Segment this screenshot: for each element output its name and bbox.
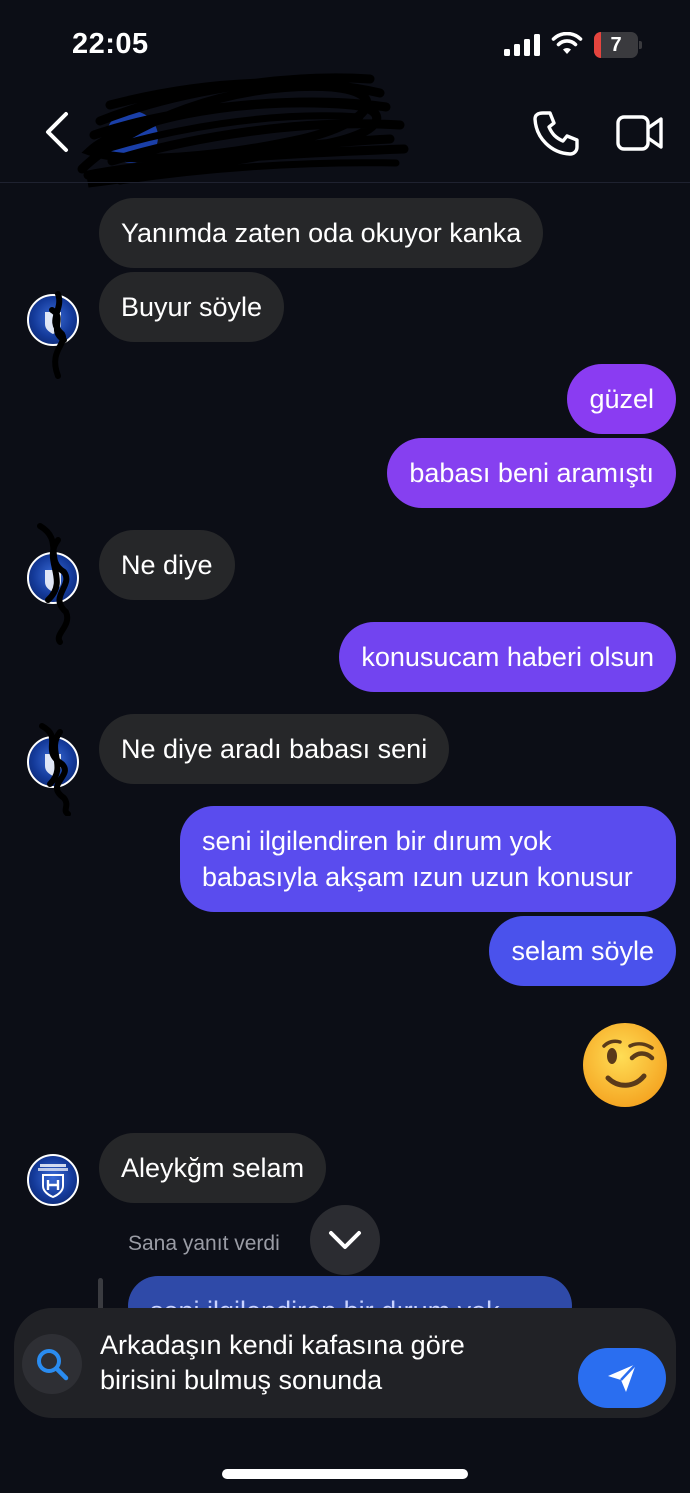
message-input[interactable]: Arkadaşın kendi kafasına göre birisini b… [100, 1328, 560, 1398]
header-divider [0, 182, 690, 183]
avatar[interactable] [27, 1154, 79, 1206]
scroll-to-bottom-button[interactable] [310, 1205, 380, 1275]
back-chevron-icon[interactable] [40, 110, 74, 154]
search-button[interactable] [22, 1334, 82, 1394]
message-incoming[interactable]: Yanımda zaten oda okuyor kanka [99, 198, 544, 268]
send-icon [608, 1363, 637, 1392]
wifi-icon [551, 32, 583, 54]
message-incoming[interactable]: Ne diye [99, 530, 235, 600]
battery-indicator: 7 [594, 32, 642, 58]
search-icon [37, 1349, 69, 1381]
avatar-scribble [49, 291, 67, 379]
send-button[interactable] [578, 1348, 666, 1408]
message-incoming[interactable]: Ne diye aradı babası seni [99, 714, 450, 784]
redacted-contact-scribble [77, 73, 409, 188]
message-outgoing[interactable]: seni ilgilendiren bir dırum yok babasıyl… [180, 806, 676, 912]
reply-caption: Sana yanıt verdi [128, 1232, 280, 1255]
chevron-down-icon [329, 1231, 361, 1249]
avatar-scribble [39, 723, 71, 816]
message-incoming[interactable]: Buyur söyle [99, 272, 285, 342]
video-camera-icon[interactable] [616, 114, 664, 152]
message-composer[interactable]: Arkadaşın kendi kafasına göre birisini b… [14, 1308, 676, 1418]
message-outgoing[interactable]: babası beni aramıştı [387, 438, 676, 508]
message-outgoing[interactable]: konusucam haberi olsun [339, 622, 676, 692]
reply-quote-line [98, 1278, 103, 1312]
message-outgoing[interactable]: güzel [567, 364, 676, 434]
cellular-signal-icon [504, 34, 540, 56]
status-time: 22:05 [72, 28, 149, 60]
phone-icon[interactable] [533, 110, 579, 156]
message-outgoing[interactable]: selam söyle [489, 916, 676, 986]
avatar-scribble [37, 523, 71, 645]
home-indicator [222, 1469, 468, 1479]
winking-face-emoji[interactable] [582, 1022, 668, 1108]
battery-level: 7 [610, 34, 622, 56]
message-incoming[interactable]: Aleykğm selam [99, 1133, 327, 1203]
